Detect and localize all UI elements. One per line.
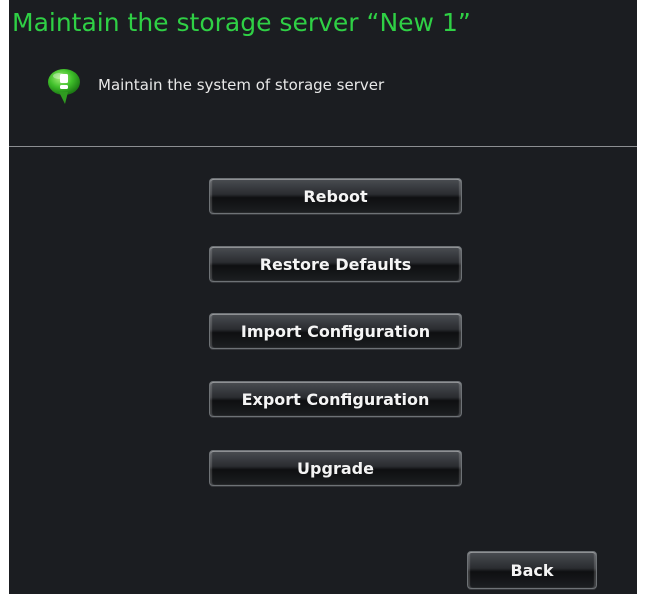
divider [9,146,637,147]
maintain-storage-server-dialog: Maintain the storage server “New 1” Main… [9,0,637,594]
upgrade-button[interactable]: Upgrade [209,450,462,486]
info-text: Maintain the system of storage server [98,76,385,94]
back-button[interactable]: Back [467,551,597,589]
info-bubble-icon [45,66,85,106]
reboot-button[interactable]: Reboot [209,178,462,214]
dialog-title: Maintain the storage server “New 1” [12,8,471,37]
import-configuration-button[interactable]: Import Configuration [209,313,462,349]
export-configuration-button[interactable]: Export Configuration [209,381,462,417]
restore-defaults-button[interactable]: Restore Defaults [209,246,462,282]
